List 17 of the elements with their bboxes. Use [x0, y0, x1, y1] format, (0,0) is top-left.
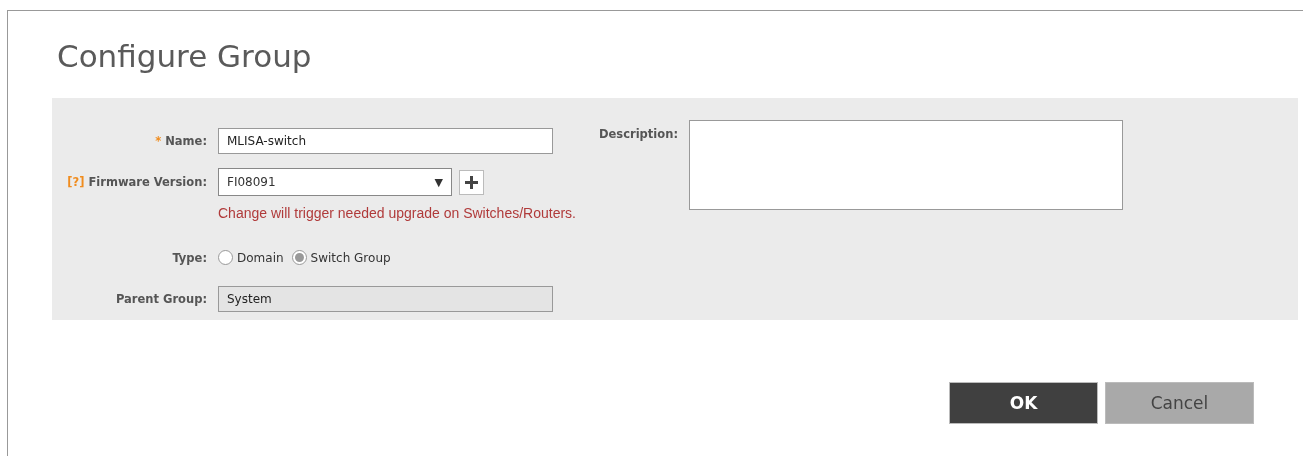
add-button[interactable] — [459, 169, 484, 195]
field-label: Name: — [165, 133, 207, 148]
field-label: Firmware Version: — [88, 175, 207, 190]
required-mark: * — [155, 133, 162, 148]
cancel-button[interactable]: Cancel — [1105, 382, 1254, 424]
description-textarea[interactable] — [689, 120, 1123, 210]
field-label: Type: — [171, 250, 207, 265]
plus-icon — [465, 175, 478, 189]
radio-option[interactable]: Switch Group — [291, 250, 391, 266]
warning-message: Change will trigger needed upgrade on Switches/Routers. — [218, 205, 576, 221]
ok-button[interactable]: OK — [949, 382, 1098, 424]
field-label: Description: — [599, 126, 678, 143]
dialog-title: Configure Group — [57, 37, 313, 75]
field-label: Parent Group: — [114, 292, 207, 307]
firmware-dropdown[interactable]: FI08091 ▼ — [218, 168, 452, 197]
radio-option[interactable]: Domain — [218, 250, 284, 266]
name-input[interactable]: MLISA-switch — [218, 127, 553, 154]
